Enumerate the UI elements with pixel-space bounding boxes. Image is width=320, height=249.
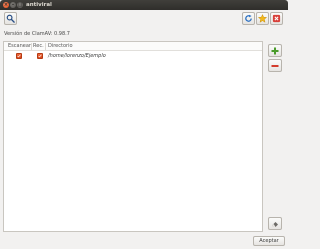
directory-list[interactable]: Escanear Rec. Directorio /home/lorenzo/E… bbox=[3, 41, 263, 232]
directory-path: /home/lorenzo/Ejemplo bbox=[48, 53, 106, 59]
star-icon bbox=[258, 14, 267, 23]
favorite-button[interactable] bbox=[256, 12, 269, 25]
recursive-checkbox[interactable] bbox=[37, 53, 43, 59]
search-icon bbox=[6, 14, 15, 23]
minimize-glyph: – bbox=[11, 2, 15, 8]
close-icon bbox=[272, 14, 281, 23]
window-close-button[interactable]: × bbox=[3, 2, 9, 8]
refresh-icon bbox=[245, 14, 252, 22]
close-app-button[interactable] bbox=[270, 12, 283, 25]
window-maximize-button[interactable]: □ bbox=[17, 2, 23, 8]
checkmark-icon bbox=[38, 54, 42, 58]
plus-icon bbox=[271, 47, 279, 54]
remove-directory-button[interactable] bbox=[268, 59, 282, 72]
window-titlebar[interactable]: × – □ antiviral bbox=[0, 0, 288, 10]
minus-icon bbox=[271, 64, 279, 67]
clear-list-button[interactable] bbox=[268, 217, 282, 230]
add-directory-button[interactable] bbox=[268, 44, 282, 57]
clamav-version-label: Versión de ClamAV: 0.98.7 bbox=[4, 31, 70, 37]
column-header-scan[interactable]: Escanear bbox=[8, 43, 32, 50]
accept-button[interactable]: Aceptar bbox=[253, 236, 285, 246]
refresh-button[interactable] bbox=[242, 12, 255, 25]
search-button[interactable] bbox=[4, 12, 17, 25]
column-header-recursive[interactable]: Rec. bbox=[33, 43, 46, 50]
close-glyph: × bbox=[3, 2, 9, 8]
checkmark-icon bbox=[17, 54, 21, 58]
table-row[interactable]: /home/lorenzo/Ejemplo bbox=[4, 52, 262, 60]
window-minimize-button[interactable]: – bbox=[10, 2, 16, 8]
eraser-icon bbox=[272, 221, 278, 227]
table-header: Escanear Rec. Directorio bbox=[4, 42, 262, 51]
column-header-directory[interactable]: Directorio bbox=[48, 44, 73, 49]
scan-checkbox[interactable] bbox=[16, 53, 22, 59]
maximize-glyph: □ bbox=[17, 2, 23, 8]
window-title: antiviral bbox=[26, 2, 52, 8]
